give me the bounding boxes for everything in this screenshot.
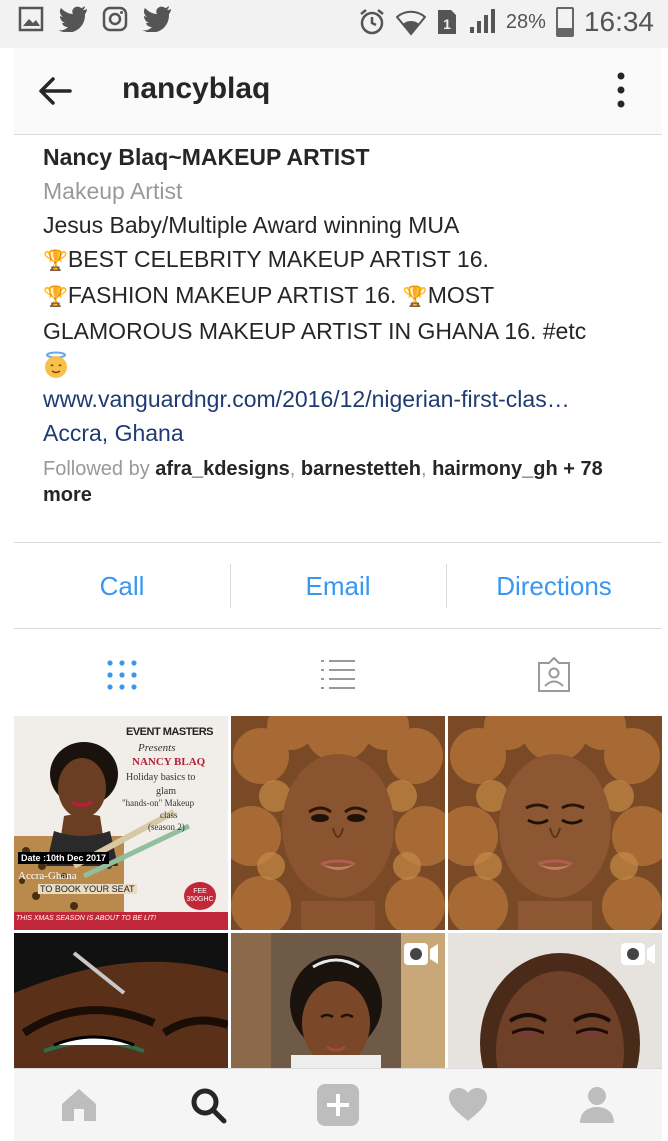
flyer-book: TO BOOK YOUR SEAT xyxy=(38,884,137,894)
flyer-line: (season 2) xyxy=(148,822,185,832)
bio-text: FASHION MAKEUP ARTIST 16. xyxy=(67,282,397,308)
bio-line: GLAMOROUS MAKEUP ARTIST IN GHANA 16. #et… xyxy=(43,318,587,344)
bio-line: 🏆BEST CELEBRITY MAKEUP ARTIST 16. xyxy=(43,242,633,278)
eye-makeup-photo xyxy=(14,933,228,1068)
alarm-icon xyxy=(360,9,384,35)
post-thumbnail[interactable]: EVENT MASTERS Presents NANCY BLAQ Holida… xyxy=(14,716,228,930)
clock: 16:34 xyxy=(583,6,654,37)
search-icon xyxy=(191,1088,227,1124)
portrait-photo xyxy=(448,716,662,930)
video-icon xyxy=(621,943,655,965)
directions-button[interactable]: Directions xyxy=(446,560,662,612)
flyer-name: NANCY BLAQ xyxy=(132,756,206,768)
portrait-photo xyxy=(231,716,445,930)
flyer-line: class xyxy=(160,810,178,820)
instagram-icon xyxy=(102,6,128,32)
nav-home[interactable] xyxy=(14,1087,144,1123)
follower-link[interactable]: hairmony_gh xyxy=(432,458,558,480)
flyer-line: glam xyxy=(156,786,176,797)
flyer-brand: EVENT MASTERS xyxy=(126,726,214,738)
post-thumbnail[interactable] xyxy=(448,933,662,1068)
profile-location-link[interactable]: Accra, Ghana xyxy=(43,416,633,450)
followed-by: Followed by afra_kdesigns, barnestetteh,… xyxy=(43,458,603,506)
tab-grid[interactable] xyxy=(14,640,230,710)
twitter-icon xyxy=(142,6,171,32)
divider xyxy=(14,542,662,543)
add-post-icon xyxy=(316,1084,359,1126)
profile-website-link[interactable]: www.vanguardngr.com/2016/12/nigerian-fir… xyxy=(43,382,633,416)
follower-link[interactable]: barnestetteh xyxy=(301,458,421,480)
profile-bio: Nancy Blaq~MAKEUP ARTIST Makeup Artist J… xyxy=(43,140,633,508)
flyer-place: Accra-Ghana xyxy=(18,870,77,882)
back-arrow-icon[interactable] xyxy=(38,76,72,106)
nav-search[interactable] xyxy=(144,1086,274,1124)
photo-grid: EVENT MASTERS Presents NANCY BLAQ Holida… xyxy=(14,716,662,1068)
bio-line: Jesus Baby/Multiple Award winning MUA xyxy=(43,212,460,238)
bio-text: BEST CELEBRITY MAKEUP ARTIST 16. xyxy=(67,246,489,272)
svg-text:1: 1 xyxy=(443,16,451,32)
nav-profile[interactable] xyxy=(532,1086,662,1124)
heart-icon xyxy=(448,1088,487,1121)
post-thumbnail[interactable] xyxy=(448,716,662,930)
bottom-navigation xyxy=(14,1068,662,1141)
flyer-footer: THIS XMAS SEASON IS ABOUT TO BE LIT! xyxy=(16,915,157,922)
flyer-fee: FEE 350GHC xyxy=(184,882,216,910)
profile-username: nancyblaq xyxy=(122,72,271,105)
call-button[interactable]: Call xyxy=(14,560,230,612)
flyer-line: "hands-on" Makeup xyxy=(122,798,195,808)
tagged-photos-icon xyxy=(538,657,570,692)
trophy-icon: 🏆 xyxy=(402,286,428,308)
divider xyxy=(14,628,662,629)
nav-add-post[interactable] xyxy=(273,1083,403,1127)
twitter-icon xyxy=(58,6,87,32)
flyer-date: Date :10th Dec 2017 xyxy=(18,852,110,864)
sim-icon: 1 xyxy=(437,10,456,34)
tab-tagged[interactable] xyxy=(446,640,662,710)
battery-percent: 28% xyxy=(505,10,546,33)
app-bar: nancyblaq xyxy=(14,48,662,135)
flyer-line: Holiday basics to xyxy=(126,772,196,783)
post-thumbnail[interactable] xyxy=(231,933,445,1068)
battery-icon xyxy=(555,7,574,37)
profile-icon xyxy=(580,1087,615,1123)
contact-actions: Call Email Directions xyxy=(14,560,662,612)
profile-category: Makeup Artist xyxy=(43,178,183,204)
angel-emoji-icon xyxy=(43,348,633,382)
notification-icons xyxy=(18,6,172,32)
follower-link[interactable]: afra_kdesigns xyxy=(155,458,290,480)
profile-full-name: Nancy Blaq~MAKEUP ARTIST xyxy=(43,144,370,170)
post-thumbnail[interactable] xyxy=(231,716,445,930)
trophy-icon: 🏆 xyxy=(43,250,68,272)
nav-activity[interactable] xyxy=(403,1087,533,1123)
home-icon xyxy=(61,1089,96,1121)
gallery-icon xyxy=(18,6,44,32)
grid-view-icon xyxy=(107,660,137,690)
trophy-icon: 🏆 xyxy=(43,286,68,308)
flyer-presents: Presents xyxy=(138,742,176,754)
video-icon xyxy=(404,943,438,965)
followed-by-prefix: Followed by xyxy=(43,458,150,480)
bio-text: MOST xyxy=(427,282,495,308)
post-thumbnail[interactable] xyxy=(14,933,228,1068)
system-icons: 1 28% 16:34 xyxy=(358,6,654,38)
list-view-icon xyxy=(321,660,355,689)
profile-view-tabs xyxy=(14,640,662,710)
status-bar: 1 28% 16:34 xyxy=(0,0,668,48)
bio-line: 🏆FASHION MAKEUP ARTIST 16. 🏆MOST xyxy=(43,278,633,314)
email-button[interactable]: Email xyxy=(230,560,446,612)
tab-list[interactable] xyxy=(230,640,446,710)
wifi-icon xyxy=(395,10,426,36)
signal-icon xyxy=(469,9,495,33)
more-options-icon[interactable] xyxy=(616,72,626,108)
